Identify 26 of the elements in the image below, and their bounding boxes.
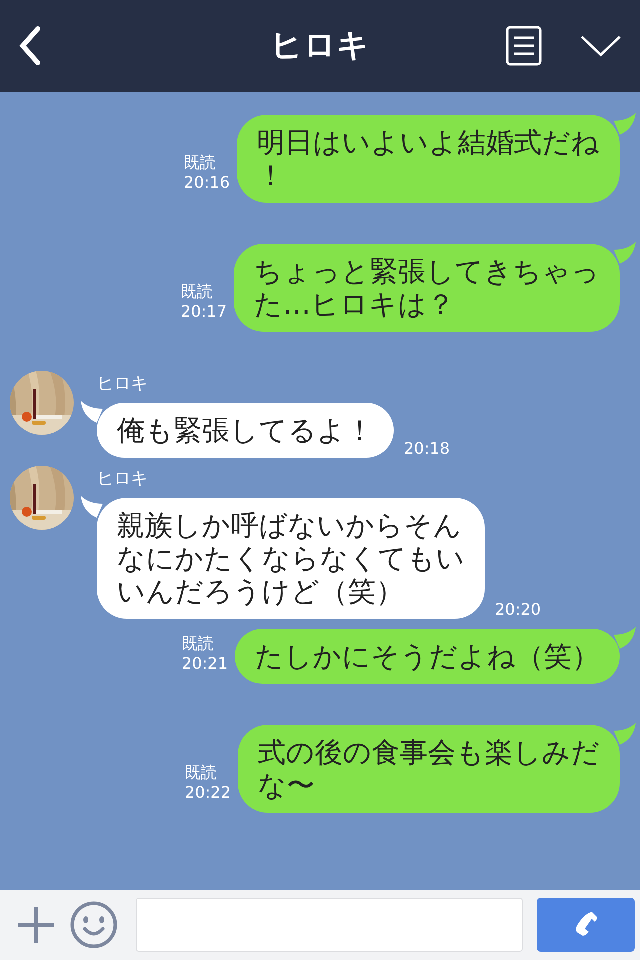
- read-receipt: 既読: [180, 282, 214, 302]
- bubble-tail: [614, 723, 636, 745]
- message-time: 20:18: [404, 439, 450, 458]
- chat-title: ヒロキ: [270, 25, 370, 66]
- back-icon[interactable]: [18, 26, 42, 66]
- read-receipt: 既読: [182, 634, 215, 654]
- bubble-tail: [614, 113, 636, 135]
- message-time: 20:17: [180, 302, 227, 322]
- message-time: 20:22: [184, 783, 231, 803]
- sender-name: ヒロキ: [97, 469, 149, 489]
- read-receipt: 既読: [184, 153, 217, 173]
- bubble-tail: [81, 496, 103, 518]
- bubble-tail: [81, 401, 103, 423]
- chevron-down-icon[interactable]: [580, 34, 622, 58]
- smiley-icon[interactable]: [70, 901, 118, 949]
- bubble-tail: [614, 627, 636, 649]
- sender-name: ヒロキ: [97, 374, 149, 394]
- call-button[interactable]: [537, 898, 635, 952]
- message-time: 20:20: [495, 600, 542, 619]
- bubble-tail: [614, 242, 636, 264]
- message-time: 20:16: [184, 173, 230, 193]
- menu-icon[interactable]: [506, 26, 542, 66]
- plus-icon[interactable]: [16, 905, 56, 945]
- read-receipt: 既読: [184, 763, 218, 783]
- message-time: 20:21: [182, 654, 228, 674]
- message-input[interactable]: [136, 898, 523, 952]
